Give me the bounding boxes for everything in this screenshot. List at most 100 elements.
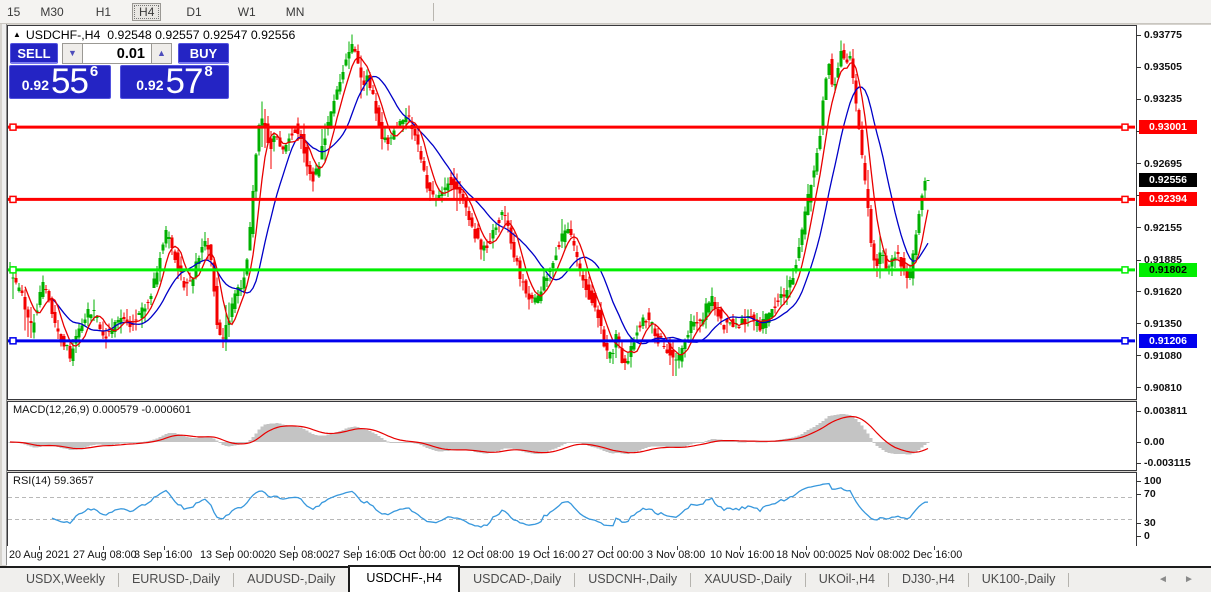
timeframe-button-15[interactable]: 15 <box>0 3 27 21</box>
time-axis[interactable]: 20 Aug 2021 27 Aug 08:00 3 Sep 16:00 13 Sep… <box>7 546 1137 566</box>
time-axis-tick <box>358 546 359 550</box>
chevron-up-icon: ▲ <box>157 48 166 58</box>
time-axis-label: 2 Dec 16:00 <box>904 549 963 561</box>
hline-price-badge: 0.91802 <box>1139 262 1197 277</box>
price-axis-label: 0.92695 <box>1144 157 1182 170</box>
tab-ukoil-h4[interactable]: UKOil-,H4 <box>806 568 888 592</box>
chevron-down-icon: ▼ <box>68 48 77 58</box>
timeframe-button-m30[interactable]: M30 <box>33 3 70 21</box>
price-axis-tick <box>1136 163 1141 165</box>
hline-price-badge: 0.92394 <box>1139 192 1197 207</box>
buy-price-prefix: 0.92 <box>136 77 164 93</box>
tab-eurusd-daily[interactable]: EURUSD-,Daily <box>119 568 233 592</box>
tab-separator <box>1068 573 1070 587</box>
time-axis-label: 27 Aug 08:00 <box>73 549 137 561</box>
time-axis-tick <box>482 546 483 550</box>
time-axis-tick <box>612 546 613 550</box>
timeframe-button-h4[interactable]: H4 <box>132 2 162 21</box>
chart-ohlc-values: 0.92548 0.92557 0.92547 0.92556 <box>107 28 296 42</box>
rsi-axis-label: 100 <box>1144 475 1162 487</box>
tab-usdcad-daily[interactable]: USDCAD-,Daily <box>460 568 574 592</box>
sell-button[interactable]: SELL <box>10 43 58 64</box>
time-axis-label: 19 Oct 16:00 <box>518 549 580 561</box>
time-axis-tick <box>740 546 741 550</box>
time-axis-tick <box>806 546 807 550</box>
tab-uk100-daily[interactable]: UK100-,Daily <box>969 568 1069 592</box>
timeframe-button-w1[interactable]: W1 <box>231 3 263 21</box>
time-axis-label: 18 Nov 00:00 <box>776 549 841 561</box>
timeframe-button-d1[interactable]: D1 <box>179 3 208 21</box>
rsi-axis-tick <box>1136 522 1141 524</box>
price-axis-tick <box>1136 323 1141 325</box>
macd-axis-label: 0.00 <box>1144 436 1165 448</box>
tab-usdx-weekly[interactable]: USDX,Weekly <box>13 568 118 592</box>
toolbar-separator <box>433 2 435 21</box>
macd-axis-label: -0.003115 <box>1144 457 1191 469</box>
rsi-axis-label: 70 <box>1144 488 1156 500</box>
volume-increase-button[interactable]: ▲ <box>151 43 172 64</box>
hline-price-badge: 0.91206 <box>1139 333 1197 348</box>
tabs-scroll-left-button[interactable]: ◄ <box>1158 574 1168 585</box>
price-axis-label: 0.93505 <box>1144 61 1182 74</box>
time-axis-tick <box>677 546 678 550</box>
time-axis-label: 3 Sep 16:00 <box>134 549 193 561</box>
price-axis-tick <box>1136 291 1141 293</box>
rsi-axis-tick <box>1136 493 1141 495</box>
tab-audusd-daily[interactable]: AUDUSD-,Daily <box>234 568 348 592</box>
volume-decrease-button[interactable]: ▼ <box>62 43 83 64</box>
time-axis-label: 27 Sep 16:00 <box>328 549 393 561</box>
time-axis-tick <box>39 546 40 550</box>
price-axis-label: 0.91350 <box>1144 317 1182 330</box>
time-axis-tick <box>870 546 871 550</box>
time-axis-tick <box>294 546 295 550</box>
price-axis-label: 0.90810 <box>1144 381 1182 394</box>
price-axis-label: 0.93775 <box>1144 29 1182 41</box>
time-axis-label: 20 Aug 2021 <box>9 549 70 561</box>
macd-label: MACD(12,26,9) 0.000579 -0.000601 <box>13 404 191 416</box>
macd-axis-tick <box>1136 410 1141 412</box>
timeframe-button-mn[interactable]: MN <box>279 3 312 21</box>
sell-price[interactable]: 0.92 55 6 <box>9 62 111 101</box>
buy-price[interactable]: 0.92 57 8 <box>120 62 229 101</box>
triangle-up-icon[interactable]: ▲ <box>13 30 21 39</box>
time-axis-label: 12 Oct 08:00 <box>452 549 514 561</box>
price-axis-tick <box>1136 387 1141 389</box>
volume-input[interactable] <box>83 43 151 64</box>
sell-price-big: 55 <box>50 62 89 101</box>
rsi-label: RSI(14) 59.3657 <box>13 475 94 487</box>
tab-xauusd-daily[interactable]: XAUUSD-,Daily <box>691 568 805 592</box>
tabs-scroll-right-button[interactable]: ► <box>1184 574 1194 585</box>
time-axis-label: 13 Sep 00:00 <box>200 549 265 561</box>
trading-terminal: 15 M30 H1 H4 D1 W1 MN 20 Aug 2021 27 Aug 08:00 3… <box>0 0 1211 592</box>
macd-axis-label: 0.003811 <box>1144 405 1188 417</box>
buy-price-big: 57 <box>165 62 203 101</box>
rsi-axis-label: 30 <box>1144 517 1156 529</box>
price-axis-tick <box>1136 98 1141 100</box>
current-price-badge: 0.92556 <box>1139 173 1197 188</box>
price-axis-label: 0.93235 <box>1144 93 1182 106</box>
macd-axis-tick <box>1136 441 1141 443</box>
time-axis-label: 25 Nov 08:00 <box>840 549 905 561</box>
rsi-panel[interactable] <box>7 472 1137 547</box>
rsi-axis-label: 0 <box>1144 530 1150 542</box>
tab-usdcnh-daily[interactable]: USDCNH-,Daily <box>575 568 690 592</box>
buy-price-sup: 8 <box>204 63 213 80</box>
sell-price-sup: 6 <box>89 63 99 80</box>
price-axis-label: 0.91080 <box>1144 349 1182 362</box>
chart-ohlc-header: ▲ USDCHF-,H4 0.92548 0.92557 0.92547 0.92… <box>13 28 295 42</box>
time-axis-label: 20 Sep 08:00 <box>264 549 329 561</box>
macd-axis-tick <box>1136 462 1141 464</box>
timeframe-button-h1[interactable]: H1 <box>89 3 118 21</box>
buy-button[interactable]: BUY <box>178 43 229 64</box>
time-axis-tick <box>420 546 421 550</box>
tab-dj30-h4[interactable]: DJ30-,H4 <box>889 568 968 592</box>
price-axis-tick <box>1136 34 1141 36</box>
time-axis-label: 27 Oct 00:00 <box>582 549 644 561</box>
time-axis-tick <box>103 546 104 550</box>
tab-usdchf-h4[interactable]: USDCHF-,H4 <box>348 565 461 592</box>
time-axis-tick <box>934 546 935 550</box>
price-axis-label: 0.91620 <box>1144 285 1182 298</box>
timeframe-toolbar: 15 M30 H1 H4 D1 W1 MN <box>0 0 1211 24</box>
chart-tab-bar: USDX,Weekly EURUSD-,Daily AUDUSD-,Daily USD… <box>0 565 1211 592</box>
price-axis-tick <box>1136 227 1141 229</box>
